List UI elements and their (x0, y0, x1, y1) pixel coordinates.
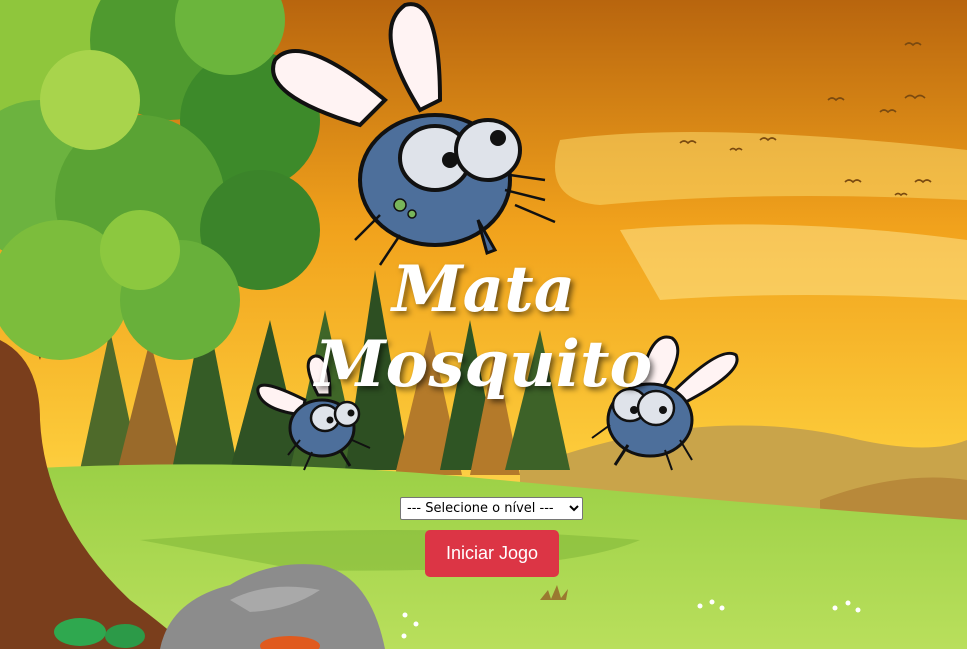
game-title-line-2: Mosquito (314, 327, 653, 402)
start-game-button[interactable]: Iniciar Jogo (425, 530, 559, 577)
game-title-line-1: Mata (391, 252, 576, 327)
level-select[interactable]: --- Selecione o nível --- (400, 497, 583, 520)
